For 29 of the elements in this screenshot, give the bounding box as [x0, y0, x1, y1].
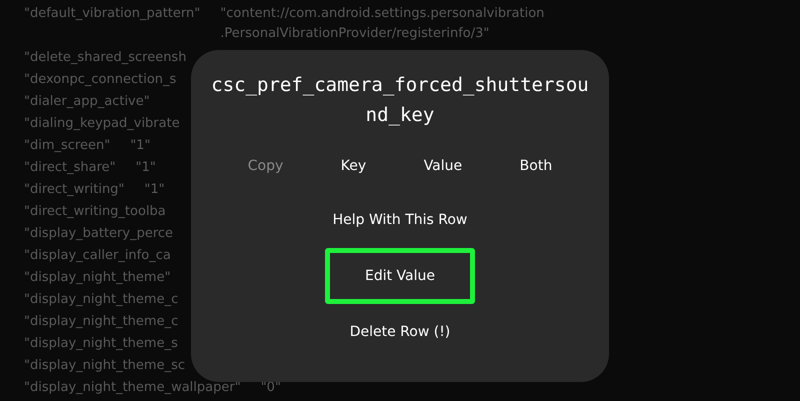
- copy-option-button[interactable]: Value: [416, 152, 470, 180]
- setting-value: "content://com.android.settings.personalvibration .PersonalVibrationProvider/registerinfo/3": [220, 5, 544, 43]
- setting-key: "display_night_theme_wallpaper": [24, 378, 241, 398]
- setting-key: "direct_writing": [24, 180, 124, 200]
- copy-option-button[interactable]: Key: [332, 152, 374, 180]
- setting-key: "display_night_theme": [24, 268, 171, 288]
- setting-key: "dim_screen": [24, 136, 110, 156]
- setting-key: "display_night_theme_c: [24, 290, 178, 310]
- setting-value: "1": [136, 159, 156, 177]
- copy-option-button[interactable]: Both: [512, 152, 560, 180]
- dialog-title: csc_pref_camera_forced_shuttersound_key: [210, 73, 590, 128]
- setting-value: "1": [130, 137, 150, 155]
- setting-key: "default_vibration_pattern": [24, 4, 200, 24]
- dialog-action-button[interactable]: Help With This Row: [312, 192, 488, 248]
- setting-key: "display_night_theme_sc: [24, 356, 185, 376]
- setting-key: "direct_share": [24, 158, 116, 178]
- setting-key: "display_caller_info_ca: [24, 246, 171, 266]
- setting-key: "display_night_theme_s: [24, 334, 178, 354]
- setting-key: "dialing_keypad_vibrate: [24, 114, 180, 134]
- setting-key: "display_night_theme_c: [24, 312, 178, 332]
- dialog-action-button[interactable]: Delete Row (!): [325, 304, 475, 360]
- setting-key: "display_battery_perce: [24, 224, 174, 244]
- setting-key: "dexonpc_connection_s: [24, 70, 176, 90]
- setting-value: "1": [144, 181, 165, 199]
- dialog-action-button[interactable]: Edit Value: [325, 248, 475, 304]
- setting-key: "dialer_app_active": [24, 92, 150, 112]
- copy-label: Copy: [246, 157, 284, 176]
- setting-key: "delete_shared_screensh: [24, 48, 186, 68]
- setting-key: "direct_writing_toolba: [24, 202, 166, 222]
